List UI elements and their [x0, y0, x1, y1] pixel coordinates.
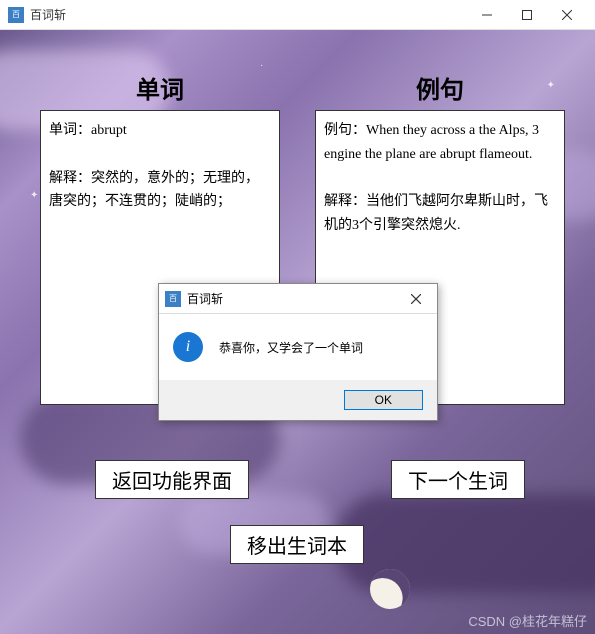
- window-titlebar: 百 百词斩: [0, 0, 595, 30]
- word-heading: 单词: [40, 70, 280, 105]
- app-icon: 百: [8, 7, 24, 23]
- dialog-title: 百词斩: [187, 290, 223, 307]
- back-button[interactable]: 返回功能界面: [95, 460, 249, 499]
- info-icon: i: [173, 332, 203, 362]
- message-dialog: 百 百词斩 i 恭喜你，又学会了一个单词 OK: [158, 283, 438, 421]
- content-area: ✦ ✦ ✦ · 单词 例句 单词：abrupt 解释：突然的，意外的；无理的，唐…: [0, 30, 595, 634]
- sentence-label: 例句：: [324, 123, 366, 138]
- minimize-button[interactable]: [467, 1, 507, 29]
- next-word-button[interactable]: 下一个生词: [391, 460, 525, 499]
- ok-button[interactable]: OK: [344, 390, 423, 410]
- dialog-close-button[interactable]: [401, 287, 431, 311]
- watermark: CSDN @桂花年糕仔: [468, 611, 587, 630]
- dialog-titlebar: 百 百词斩: [159, 284, 437, 314]
- definition-label: 解释：: [49, 171, 91, 186]
- window-title: 百词斩: [30, 6, 66, 23]
- dialog-message: 恭喜你，又学会了一个单词: [219, 339, 363, 356]
- translation-label: 解释：: [324, 194, 366, 209]
- close-button[interactable]: [547, 1, 587, 29]
- remove-word-button[interactable]: 移出生词本: [230, 525, 364, 564]
- dialog-app-icon: 百: [165, 291, 181, 307]
- maximize-button[interactable]: [507, 1, 547, 29]
- word-label: 单词：: [49, 123, 91, 138]
- example-heading: 例句: [315, 70, 565, 105]
- word-value: abrupt: [91, 123, 127, 138]
